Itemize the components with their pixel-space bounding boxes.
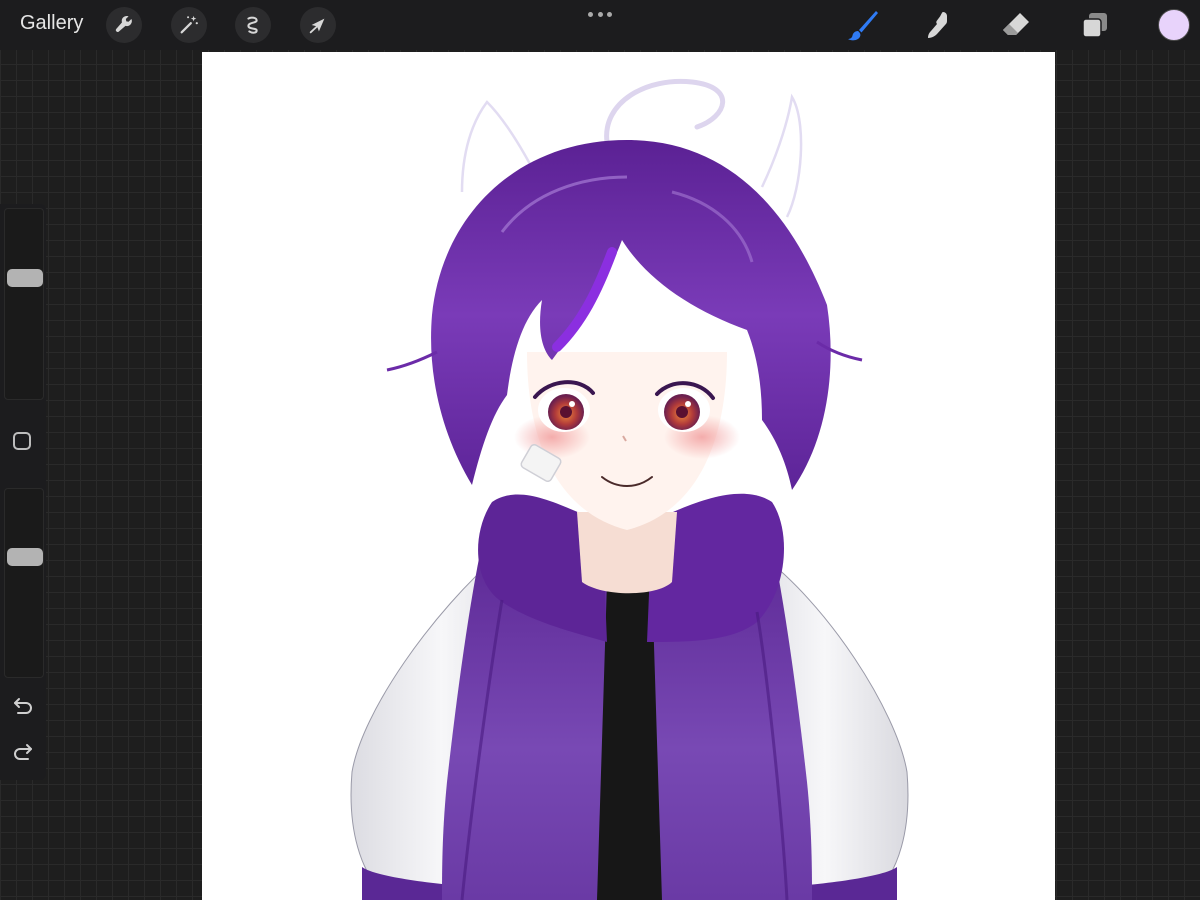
character-artwork [350, 78, 909, 900]
more-options-dots-icon[interactable] [588, 4, 612, 24]
top-toolbar: Gallery [0, 0, 1200, 50]
layers-icon [1082, 13, 1107, 38]
redo-button[interactable] [10, 738, 36, 764]
smudge-button[interactable] [921, 7, 957, 43]
eraser-button[interactable] [998, 7, 1034, 43]
adjustments-button[interactable] [171, 7, 207, 43]
brush-icon [848, 11, 878, 41]
magic-wand-icon [180, 15, 198, 34]
gallery-button[interactable]: Gallery [20, 12, 83, 35]
transform-arrow-icon [309, 18, 325, 34]
brush-button[interactable] [844, 7, 880, 43]
actions-button[interactable] [106, 7, 142, 43]
undo-button[interactable] [10, 692, 36, 718]
selection-icon [247, 16, 258, 34]
transform-button[interactable] [300, 7, 336, 43]
drawing-canvas[interactable] [202, 52, 1055, 900]
brush-size-slider-knob[interactable] [7, 269, 43, 287]
left-sidebar [0, 204, 46, 780]
color-swatch-button[interactable] [1158, 9, 1190, 41]
undo-icon [14, 698, 32, 714]
smudge-icon [928, 12, 947, 38]
layers-button[interactable] [1077, 7, 1113, 43]
redo-icon [14, 744, 32, 760]
opacity-slider-knob[interactable] [7, 548, 43, 566]
eraser-icon [1003, 13, 1029, 35]
wrench-icon [115, 15, 132, 32]
modifier-square-icon[interactable] [13, 432, 31, 450]
brush-size-slider[interactable] [4, 208, 44, 400]
opacity-slider[interactable] [4, 488, 44, 678]
selection-button[interactable] [235, 7, 271, 43]
